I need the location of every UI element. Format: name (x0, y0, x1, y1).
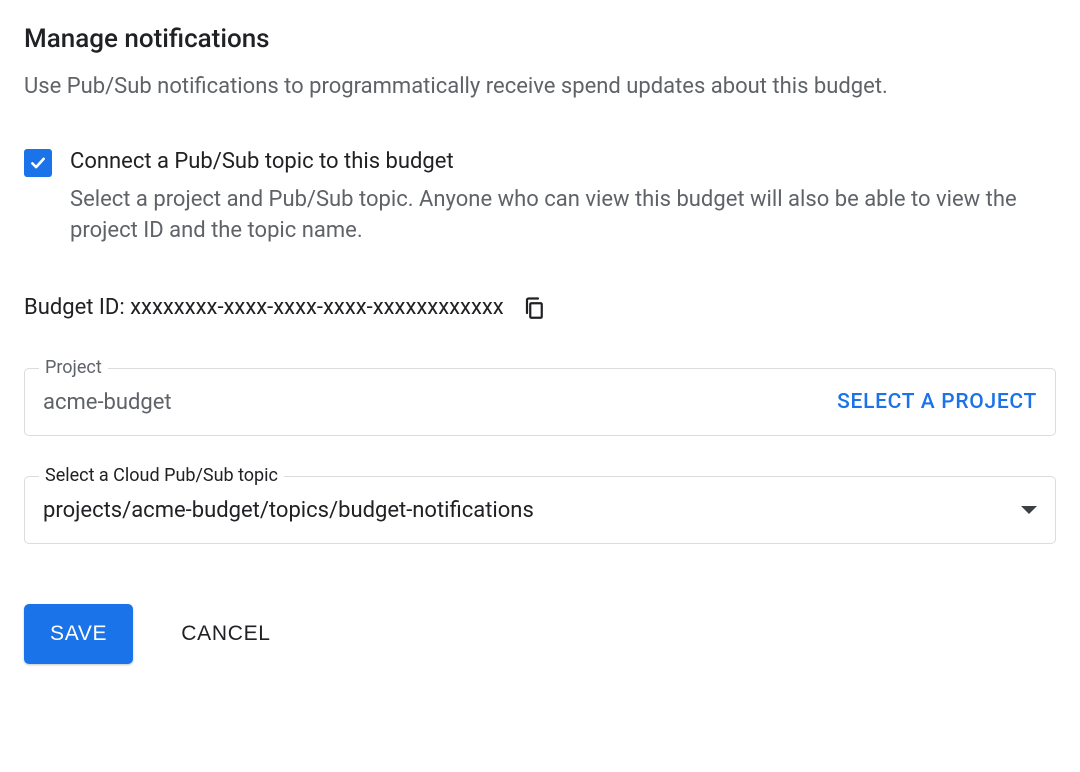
project-field-label: Project (39, 357, 108, 378)
budget-id-value: xxxxxxxx-xxxx-xxxx-xxxx-xxxxxxxxxxxx (130, 295, 504, 320)
pubsub-checkbox-row: Connect a Pub/Sub topic to this budget S… (24, 147, 1056, 248)
budget-id-row: Budget ID: xxxxxxxx-xxxx-xxxx-xxxx-xxxxx… (24, 295, 1056, 320)
page-description: Use Pub/Sub notifications to programmati… (24, 72, 1056, 103)
page-title: Manage notifications (24, 24, 1056, 54)
pubsub-topic-field[interactable]: Select a Cloud Pub/Sub topic projects/ac… (24, 476, 1056, 544)
cancel-button[interactable]: CANCEL (181, 622, 270, 646)
checkmark-icon (29, 154, 47, 172)
chevron-down-icon (1021, 506, 1037, 514)
copy-button[interactable] (522, 296, 546, 320)
pubsub-checkbox-label: Connect a Pub/Sub topic to this budget (70, 147, 1056, 178)
pubsub-topic-value: projects/acme-budget/topics/budget-notif… (43, 498, 1007, 523)
project-field-value: acme-budget (43, 390, 837, 415)
pubsub-topic-label: Select a Cloud Pub/Sub topic (39, 465, 284, 486)
select-project-button[interactable]: SELECT A PROJECT (837, 390, 1037, 414)
pubsub-checkbox[interactable] (24, 149, 52, 177)
budget-id-label: Budget ID: (24, 295, 130, 320)
pubsub-checkbox-hint: Select a project and Pub/Sub topic. Anyo… (70, 184, 1056, 248)
button-row: SAVE CANCEL (24, 604, 1056, 664)
copy-icon (522, 296, 546, 320)
save-button[interactable]: SAVE (24, 604, 133, 664)
project-field[interactable]: Project acme-budget SELECT A PROJECT (24, 368, 1056, 436)
